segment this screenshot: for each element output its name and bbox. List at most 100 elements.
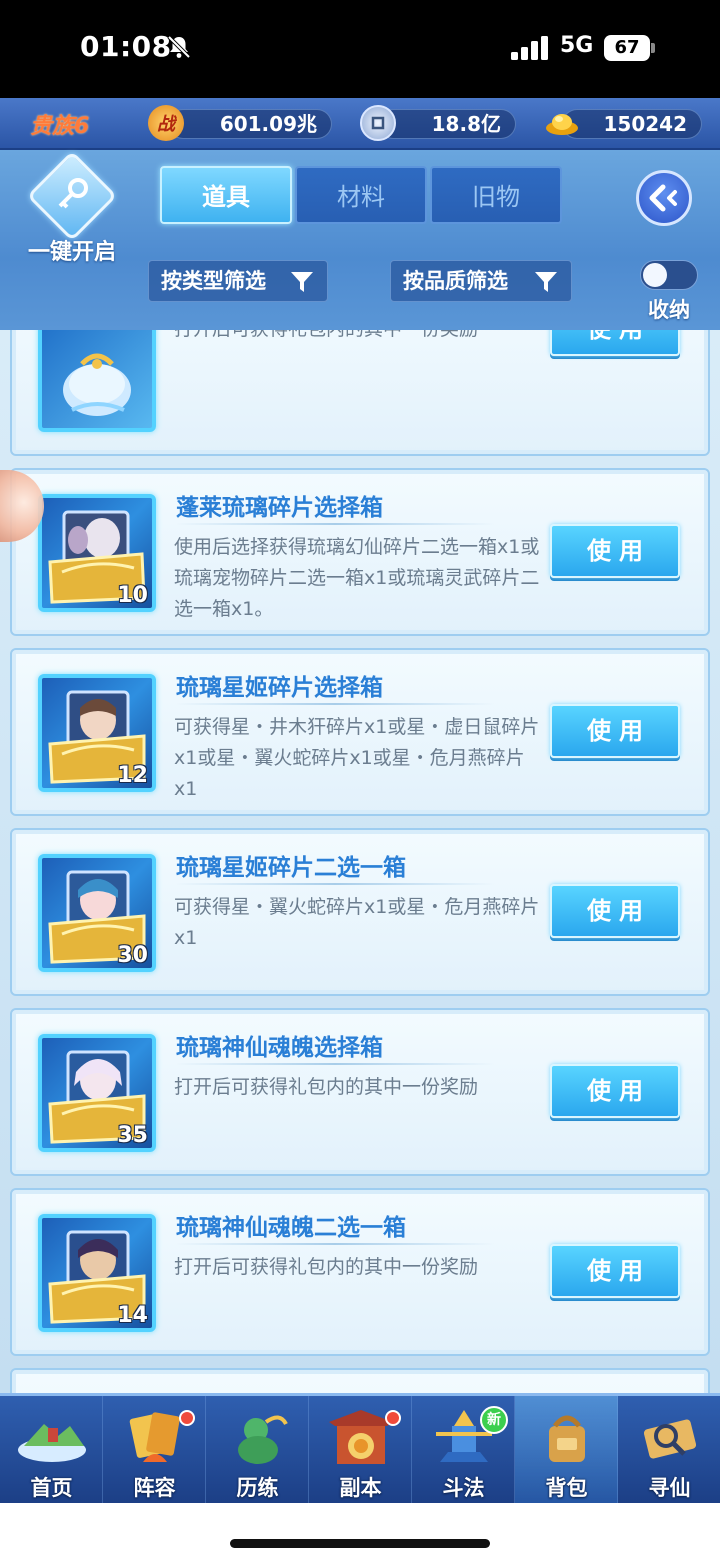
use-button[interactable]: 使用 (550, 704, 680, 758)
new-badge: 新 (480, 1406, 508, 1434)
backpack-icon (549, 1415, 585, 1462)
tab-materials[interactable]: 材料 (295, 166, 427, 224)
item-card (10, 1368, 710, 1393)
bag-header: 一键开启 道具 材料 旧物 按类型筛选 按品质筛选 收纳 (0, 150, 720, 330)
use-button[interactable]: 使用 (550, 330, 680, 356)
use-button[interactable]: 使用 (550, 1064, 680, 1118)
item-count: 14 (117, 1303, 148, 1328)
use-button[interactable]: 使用 (550, 1244, 680, 1298)
treasure-chest-icon: 12 (38, 674, 156, 792)
item-card: 14 琉璃神仙魂魄二选一箱 打开后可获得礼包内的其中一份奖励 使用 (10, 1188, 710, 1356)
nav-lineup[interactable]: 阵容 (103, 1396, 206, 1503)
one-key-open-label: 一键开启 (27, 240, 116, 265)
game-screen: 01:08 5G 67 贵族6 601.09兆 战 18.8亿 150242 一… (0, 0, 720, 1561)
item-card: 打开后可获得礼包内的其中一份奖励 使用 (10, 330, 710, 456)
title-divider (176, 883, 494, 885)
funnel-icon (291, 272, 313, 292)
silver-value: 18.8亿 (431, 112, 501, 136)
resource-bar: 贵族6 601.09兆 战 18.8亿 150242 (0, 98, 720, 150)
nav-label: 寻仙 (648, 1476, 691, 1500)
home-indicator[interactable] (230, 1539, 490, 1548)
toggle-knob (643, 263, 667, 287)
bottom-nav: 首页 阵容 历练 副本 新 斗法 背包 寻仙 (0, 1393, 720, 1503)
filter-by-quality-label: 按品质筛选 (403, 269, 508, 293)
training-gourd-icon (238, 1415, 288, 1464)
power-icon: 战 (148, 105, 184, 141)
silver-coin-icon (360, 105, 396, 141)
back-arrow-icon (649, 184, 677, 212)
seek-scroll-icon (643, 1419, 697, 1459)
home-island-icon (18, 1424, 86, 1462)
nav-dungeon[interactable]: 副本 (309, 1396, 412, 1503)
nav-training[interactable]: 历练 (206, 1396, 309, 1503)
vip-level[interactable]: 贵族6 (30, 108, 89, 140)
notification-dot (179, 1410, 195, 1426)
item-card: 12 琉璃星姬碎片选择箱 可获得星・井木犴碎片x1或星・虚日鼠碎片x1或星・翼火… (10, 648, 710, 816)
title-divider (176, 1063, 494, 1065)
collapse-toggle[interactable] (640, 260, 698, 290)
home-bar-area (0, 1503, 720, 1561)
item-title: 蓬莱琉璃碎片选择箱 (176, 495, 383, 521)
power-value: 601.09兆 (219, 112, 317, 136)
use-button[interactable]: 使用 (550, 884, 680, 938)
key-icon (58, 178, 88, 209)
battery-icon: 67 (604, 35, 650, 61)
tab-props[interactable]: 道具 (160, 166, 292, 224)
nav-label: 背包 (545, 1476, 588, 1500)
item-desc: 打开后可获得礼包内的其中一份奖励 (174, 1256, 479, 1278)
use-button[interactable]: 使用 (550, 524, 680, 578)
item-title: 琉璃星姬碎片选择箱 (176, 675, 383, 701)
title-divider (176, 523, 494, 525)
nav-label: 阵容 (133, 1476, 176, 1500)
notification-dot (385, 1410, 401, 1426)
item-desc: 使用后选择获得琉璃幻仙碎片二选一箱x1或琉璃宠物碎片二选一箱x1或琉璃灵武碎片二… (174, 536, 540, 620)
silent-bell-icon (167, 35, 191, 59)
item-desc: 可获得星・井木犴碎片x1或星・虚日鼠碎片x1或星・翼火蛇碎片x1或星・危月燕碎片… (174, 716, 540, 800)
nav-label: 首页 (30, 1476, 73, 1500)
item-count: 12 (117, 763, 148, 788)
treasure-chest-icon: 30 (38, 854, 156, 972)
item-count: 10 (117, 583, 148, 608)
item-title: 琉璃星姬碎片二选一箱 (176, 855, 406, 881)
collapse-label: 收纳 (648, 298, 690, 322)
nav-battle[interactable]: 新 斗法 (412, 1396, 515, 1503)
item-desc: 打开后可获得礼包内的其中一份奖励 (174, 1076, 479, 1098)
nav-label: 副本 (339, 1476, 382, 1500)
item-card: 30 琉璃星姬碎片二选一箱 可获得星・翼火蛇碎片x1或星・危月燕碎片x1 使用 (10, 828, 710, 996)
status-bar: 01:08 5G 67 (0, 0, 720, 98)
filter-by-type-label: 按类型筛选 (161, 269, 266, 293)
item-title: 琉璃神仙魂魄选择箱 (176, 1035, 383, 1061)
nav-backpack[interactable]: 背包 (515, 1396, 618, 1503)
treasure-chest-icon: 10 (38, 494, 156, 612)
gift-bag-icon (38, 330, 156, 432)
filter-by-type-button[interactable]: 按类型筛选 (148, 260, 328, 302)
item-card: 35 琉璃神仙魂魄选择箱 打开后可获得礼包内的其中一份奖励 使用 (10, 1008, 710, 1176)
nav-seek[interactable]: 寻仙 (618, 1396, 720, 1503)
gold-ingot-icon (544, 105, 580, 141)
item-count: 30 (117, 943, 148, 968)
status-time: 01:08 (80, 30, 172, 63)
one-key-open-button[interactable]: 一键开启 (20, 150, 124, 265)
nav-label: 历练 (236, 1476, 279, 1500)
gold-pill: 150242 (562, 109, 702, 139)
item-card: 10 蓬莱琉璃碎片选择箱 使用后选择获得琉璃幻仙碎片二选一箱x1或琉璃宠物碎片二… (10, 468, 710, 636)
title-divider (176, 703, 494, 705)
item-count: 35 (117, 1123, 148, 1148)
item-title: 琉璃神仙魂魄二选一箱 (176, 1215, 406, 1241)
back-button[interactable] (636, 170, 692, 226)
network-type: 5G (560, 33, 594, 58)
nav-label: 斗法 (442, 1476, 485, 1500)
treasure-chest-icon: 35 (38, 1034, 156, 1152)
tab-old-items[interactable]: 旧物 (430, 166, 562, 224)
filter-by-quality-button[interactable]: 按品质筛选 (390, 260, 572, 302)
signal-icon (511, 36, 548, 60)
battery-tip (651, 43, 655, 53)
treasure-chest-icon: 14 (38, 1214, 156, 1332)
power-pill: 601.09兆 (168, 109, 332, 139)
funnel-icon (535, 272, 557, 292)
item-desc: 可获得星・翼火蛇碎片x1或星・危月燕碎片x1 (174, 896, 540, 949)
item-desc: 打开后可获得礼包内的其中一份奖励 (174, 330, 546, 345)
title-divider (176, 1243, 494, 1245)
nav-home[interactable]: 首页 (0, 1396, 103, 1503)
item-list[interactable]: 打开后可获得礼包内的其中一份奖励 使用 10 蓬莱琉璃碎片选择箱 使用后选择获得… (0, 330, 720, 1393)
